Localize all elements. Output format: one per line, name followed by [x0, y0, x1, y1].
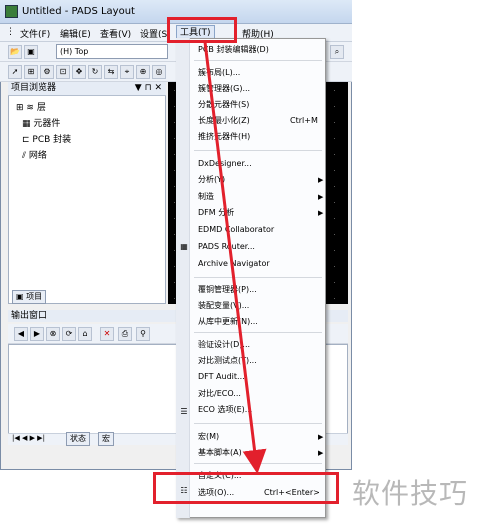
- watermark-text: 软件技巧: [352, 477, 469, 510]
- annotation-arrow: [203, 41, 267, 474]
